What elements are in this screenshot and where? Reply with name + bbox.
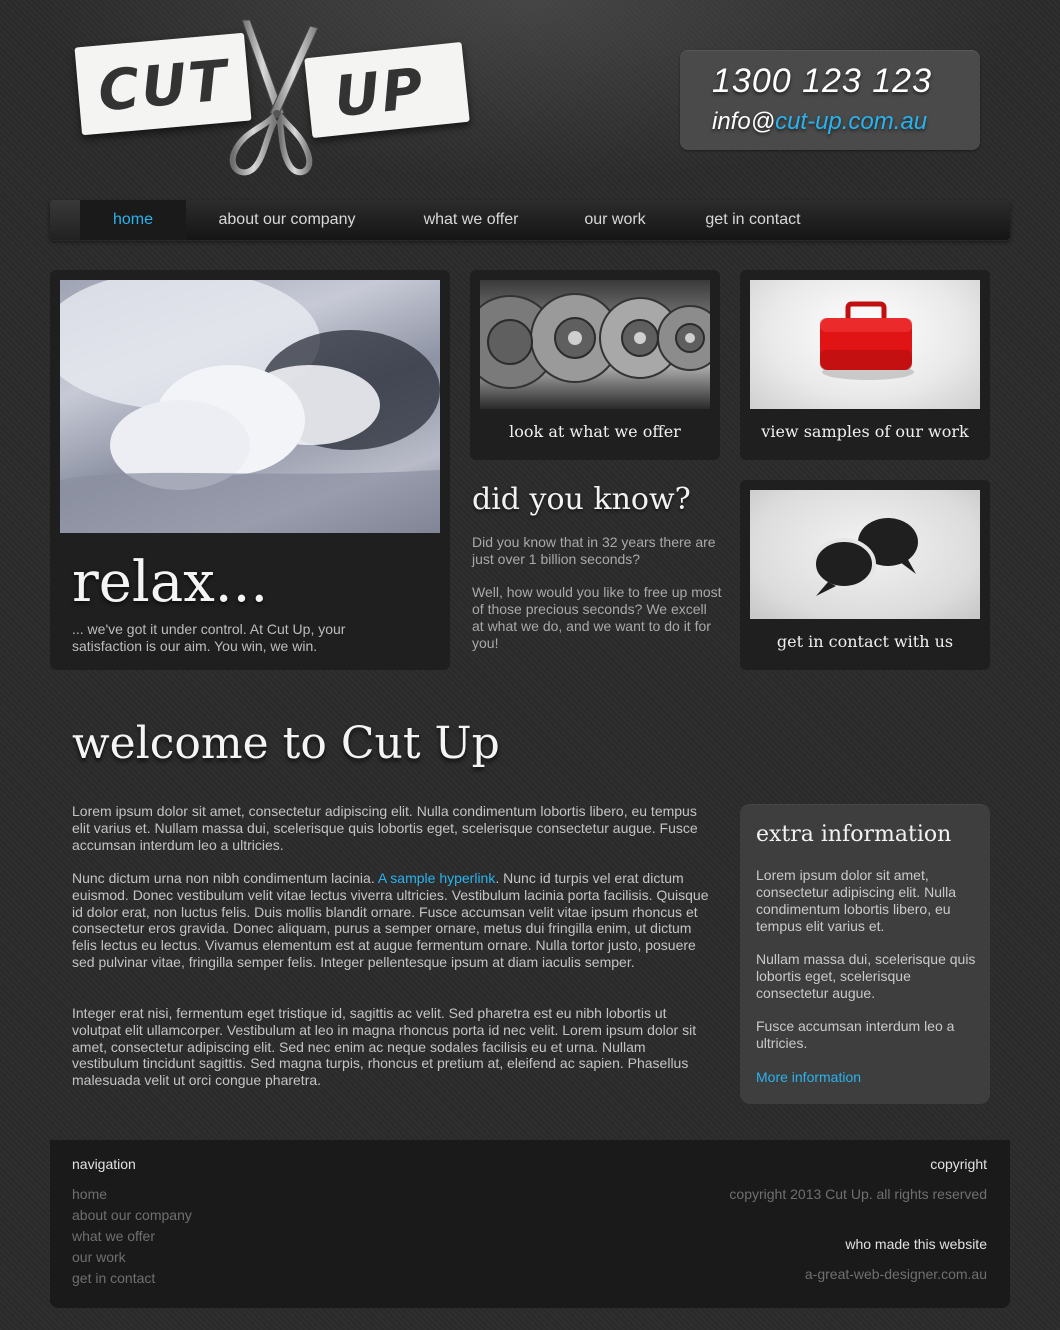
site-logo[interactable]: CUT UP <box>72 18 472 183</box>
footer-navigation-heading: navigation <box>72 1156 136 1172</box>
nav-item-home[interactable]: home <box>80 200 186 240</box>
relax-feature-panel: relax... ... we've got it under control.… <box>50 270 450 670</box>
welcome-heading: welcome to Cut Up <box>72 718 500 769</box>
extra-information-heading: extra information <box>756 822 952 847</box>
extra-information-box: extra information Lorem ipsum dolor sit … <box>740 804 990 1104</box>
footer-copyright-text: copyright 2013 Cut Up. all rights reserv… <box>729 1186 987 1202</box>
nav-item-contact[interactable]: get in contact <box>690 200 816 240</box>
logo-word-up: UP <box>331 56 428 131</box>
more-information-link[interactable]: More information <box>756 1069 861 1085</box>
gears-image <box>480 280 710 409</box>
did-you-know-text-1: Did you know that in 32 years there are … <box>472 534 716 567</box>
sample-hyperlink[interactable]: A sample hyperlink <box>378 870 496 886</box>
footer-copyright-heading: copyright <box>930 1156 987 1172</box>
welcome-paragraph-3: Integer erat nisi, fermentum eget tristi… <box>72 1005 697 1089</box>
sleeping-cat-image <box>60 280 440 533</box>
work-tile[interactable]: view samples of our work <box>740 270 990 460</box>
contact-caption[interactable]: get in contact with us <box>740 632 990 651</box>
footer-link-offer[interactable]: what we offer <box>72 1228 155 1244</box>
relax-text: ... we've got it under control. At Cut U… <box>72 621 346 654</box>
welcome-paragraph-2-start: Nunc dictum urna non nibh condimentum la… <box>72 870 378 886</box>
extra-paragraph-2: Nullam massa dui, scelerisque quis lobor… <box>756 951 976 1001</box>
header-contact-box: 1300 123 123 info@cut-up.com.au <box>680 50 980 150</box>
phone-number[interactable]: 1300 123 123 <box>712 62 932 101</box>
footer-designer-link[interactable]: a-great-web-designer.com.au <box>805 1266 987 1282</box>
nav-item-offer[interactable]: what we offer <box>400 200 542 240</box>
footer-link-about[interactable]: about our company <box>72 1207 192 1223</box>
nav-item-work[interactable]: our work <box>570 200 660 240</box>
contact-tile[interactable]: get in contact with us <box>740 480 990 670</box>
relax-heading: relax... <box>72 550 269 615</box>
offer-tile[interactable]: look at what we offer <box>470 270 720 460</box>
footer-link-work[interactable]: our work <box>72 1249 126 1265</box>
site-footer: navigation home about our company what w… <box>50 1140 1010 1308</box>
did-you-know-heading: did you know? <box>472 482 691 517</box>
extra-paragraph-3: Fusce accumsan interdum leo a ultricies. <box>756 1018 955 1051</box>
offer-caption[interactable]: look at what we offer <box>470 422 720 441</box>
work-caption[interactable]: view samples of our work <box>740 422 990 441</box>
nav-item-about[interactable]: about our company <box>200 200 374 240</box>
nav-left-cap <box>50 200 80 240</box>
logo-word-cut: CUT <box>95 48 232 125</box>
extra-paragraph-1: Lorem ipsum dolor sit amet, consectetur … <box>756 867 956 934</box>
red-briefcase-image <box>750 280 980 409</box>
email-domain: cut-up.com.au <box>775 108 928 135</box>
main-navigation: home about our company what we offer our… <box>50 200 1010 240</box>
scissors-icon <box>229 19 319 176</box>
welcome-paragraph-1: Lorem ipsum dolor sit amet, consectetur … <box>72 803 698 853</box>
speech-bubbles-icon <box>750 490 980 619</box>
welcome-paragraph-2: Nunc dictum urna non nibh condimentum la… <box>72 870 712 971</box>
email-prefix: info@ <box>712 108 776 135</box>
email-address[interactable]: info@cut-up.com.au <box>712 108 927 136</box>
footer-link-home[interactable]: home <box>72 1186 107 1202</box>
footer-credits-heading: who made this website <box>845 1236 987 1252</box>
did-you-know-text-2: Well, how would you like to free up most… <box>472 584 722 651</box>
footer-link-contact[interactable]: get in contact <box>72 1270 155 1286</box>
